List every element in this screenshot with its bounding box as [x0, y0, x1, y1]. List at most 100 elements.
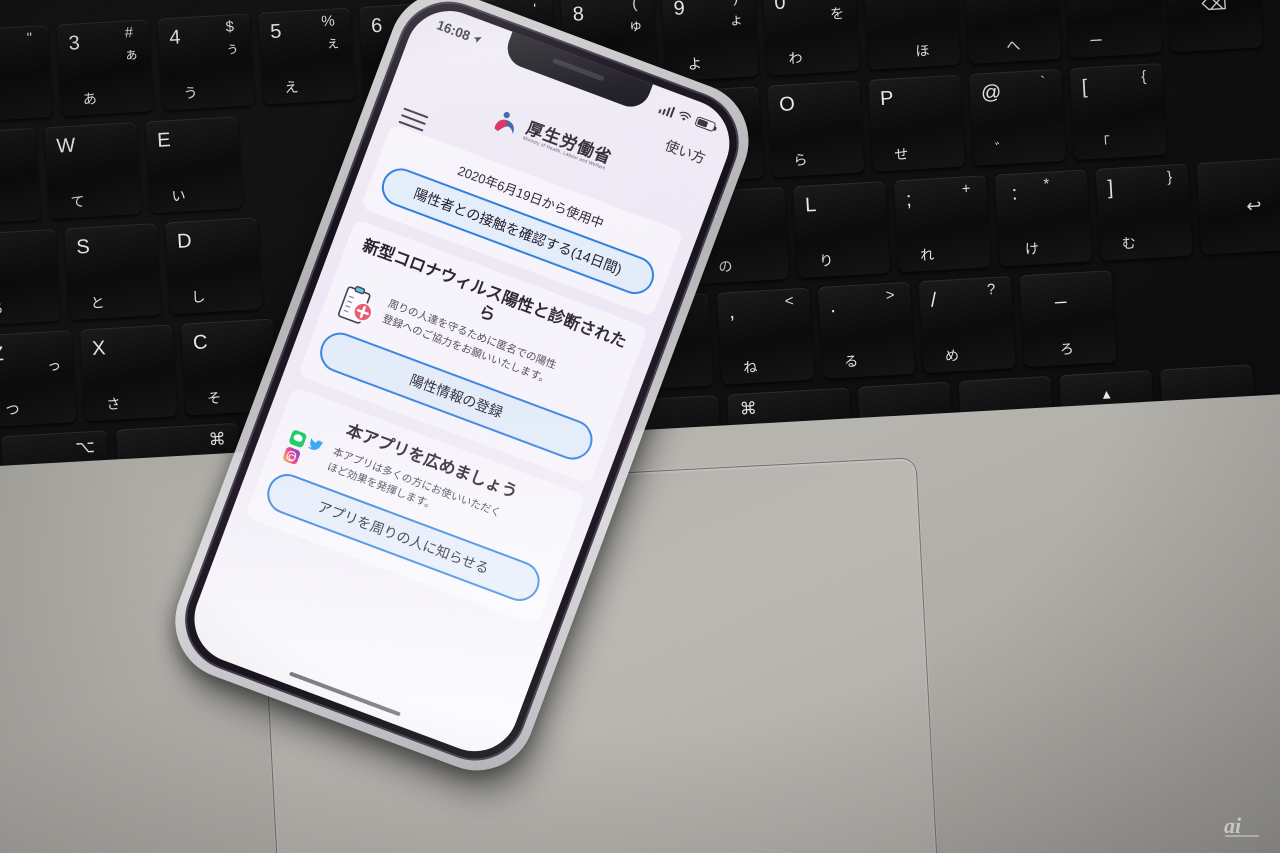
key-a[interactable]: A ち	[0, 228, 61, 327]
key-4[interactable]: 4 $ ぅ う	[157, 13, 255, 111]
key-label: ^	[998, 0, 1009, 2]
key-kana-small: ぁ	[123, 45, 139, 63]
key-kana-label: し	[190, 288, 206, 306]
key-bracket-left[interactable]: [ { 「	[1069, 62, 1167, 161]
key-kana-small: ょ	[728, 10, 744, 28]
key-shift-label: }	[1166, 168, 1173, 186]
return-icon: ↩	[1245, 194, 1262, 216]
location-arrow-icon	[473, 36, 482, 43]
key-label: S	[75, 235, 91, 259]
key-label: P	[879, 87, 895, 111]
keyboard-row-z-left: Z っ つ X さ C そ	[0, 318, 279, 428]
keyboard-row-q-left: Q た W て E い	[0, 116, 243, 225]
key-label: [	[1081, 76, 1089, 99]
key-label: C	[192, 331, 209, 355]
key-kana-label: え	[284, 78, 299, 96]
key-d[interactable]: D し	[165, 217, 263, 315]
battery-icon	[694, 115, 717, 133]
key-slash[interactable]: / ? め	[918, 275, 1016, 374]
key-label: _	[1053, 281, 1067, 305]
status-time: 16:08	[434, 16, 473, 44]
key-2[interactable]: 2 " ふ	[0, 24, 53, 123]
key-0[interactable]: 0 を わ	[762, 0, 860, 76]
watermark-logo: ai	[1222, 809, 1266, 841]
delete-icon: ⌫	[1200, 0, 1228, 15]
key-kana-label: あ	[82, 90, 98, 108]
key-label: -	[875, 0, 883, 9]
key-kana-label: ほ	[914, 42, 930, 60]
key-label: @	[980, 81, 1003, 105]
key-shift-label: #	[124, 24, 134, 42]
key-semicolon[interactable]: ; + れ	[893, 175, 991, 273]
key-q[interactable]: Q た	[0, 127, 41, 225]
key-kana-label: と	[90, 294, 105, 311]
key-bracket-right[interactable]: ] } む	[1095, 163, 1193, 261]
key-label: Z	[0, 343, 5, 366]
key-label: ;	[905, 188, 913, 211]
key-caret[interactable]: ^ ~ へ	[963, 0, 1062, 64]
key-kana-label: て	[70, 193, 86, 210]
key-kana-label: へ	[1005, 37, 1021, 54]
key-yen[interactable]: ¥ | ー	[1064, 0, 1162, 59]
wifi-icon	[679, 111, 692, 121]
key-at[interactable]: @ ` ゛	[968, 68, 1066, 166]
command-glyph-icon: ⌘	[208, 429, 227, 450]
key-label: ]	[1107, 176, 1115, 200]
key-label: 3	[67, 32, 81, 55]
key-3[interactable]: 3 # ぁ あ	[56, 19, 154, 117]
key-kana-label: ー	[1088, 32, 1104, 50]
key-w[interactable]: W て	[44, 122, 142, 220]
key-shift-label: `	[1039, 73, 1046, 91]
key-underscore[interactable]: _ ろ	[1019, 270, 1117, 368]
key-z[interactable]: Z っ つ	[0, 330, 77, 428]
key-shift-label: )	[733, 0, 739, 6]
instagram-icon	[281, 446, 302, 466]
social-icons-group	[279, 428, 328, 473]
key-kana-label: め	[944, 347, 960, 364]
key-shift-label: >	[885, 286, 895, 305]
key-kana-label: う	[183, 84, 199, 102]
key-label: /	[930, 289, 938, 312]
key-kana-label: そ	[206, 389, 222, 407]
key-label: E	[156, 129, 172, 152]
key-delete[interactable]: ⌫	[1165, 0, 1263, 53]
key-kana-label: ち	[0, 299, 5, 317]
key-label: 5	[269, 20, 283, 44]
key-s[interactable]: S と	[64, 223, 162, 321]
key-kana-small: を	[829, 5, 845, 22]
key-return[interactable]: ↩	[1196, 156, 1280, 255]
key-x[interactable]: X さ	[80, 324, 178, 422]
key-label: 4	[168, 26, 182, 49]
key-kana-label: れ	[919, 246, 935, 264]
key-label: X	[91, 337, 107, 360]
key-shift-label: "	[26, 29, 33, 48]
key-label: :	[1011, 182, 1019, 205]
twitter-icon	[306, 436, 325, 455]
watermark-text: ai	[1224, 813, 1242, 838]
key-label: D	[176, 230, 193, 253]
key-kana-label: ろ	[1059, 340, 1075, 358]
social-row-bottom	[281, 446, 302, 466]
key-kana-label: む	[1121, 234, 1137, 252]
key-label: 0	[773, 0, 787, 15]
social-icons	[281, 429, 325, 472]
key-kana-small: ゅ	[628, 16, 643, 34]
key-5[interactable]: 5 % ぇ え	[258, 7, 356, 105]
howto-link[interactable]: 使い方	[662, 135, 708, 168]
key-shift-label: %	[320, 12, 336, 31]
key-kana-label: さ	[105, 395, 121, 413]
key-kana-small: っ	[46, 356, 62, 374]
key-shift-label: *	[1042, 175, 1050, 193]
key-shift-label: {	[1140, 67, 1147, 86]
line-icon	[288, 429, 308, 449]
key-colon[interactable]: : * け	[994, 169, 1092, 267]
option-glyph-icon: ⌥	[74, 436, 96, 458]
key-kana-label: い	[171, 187, 186, 205]
arrow-up-icon: ▲	[1099, 386, 1114, 402]
key-e[interactable]: E い	[145, 116, 243, 214]
cellular-bars-icon	[658, 102, 676, 118]
key-kana-label: る	[843, 352, 859, 370]
key-kana-small: ぇ	[325, 34, 341, 51]
keyboard-row-a-left: A ち S と D し	[0, 217, 263, 327]
key-minus[interactable]: - = ほ	[863, 0, 961, 70]
